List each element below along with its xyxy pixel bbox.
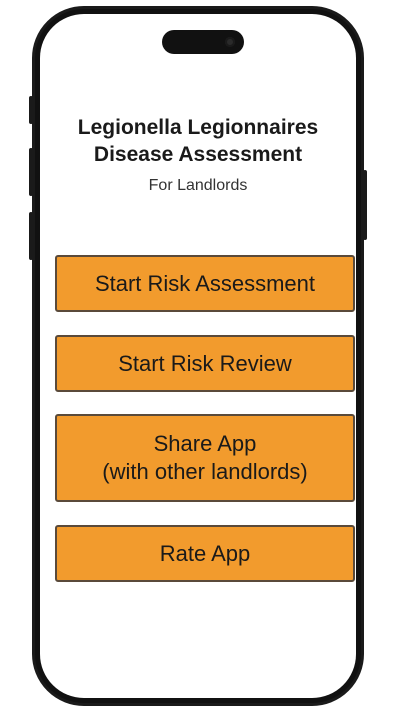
phone-screen: Legionella Legionnaires Disease Assessme… — [40, 14, 356, 698]
start-risk-assessment-button[interactable]: Start Risk Assessment — [55, 255, 355, 312]
page-title: Legionella Legionnaires Disease Assessme… — [40, 114, 356, 168]
dynamic-island — [162, 30, 244, 54]
camera-icon — [225, 37, 235, 47]
start-risk-review-label: Start Risk Review — [118, 350, 292, 376]
share-app-button[interactable]: Share App (with other landlords) — [55, 414, 355, 502]
rate-app-button[interactable]: Rate App — [55, 525, 355, 582]
phone-frame: Legionella Legionnaires Disease Assessme… — [32, 6, 364, 706]
stage: Legionella Legionnaires Disease Assessme… — [0, 0, 400, 711]
page-title-line-1: Legionella Legionnaires — [77, 116, 319, 139]
share-app-label-line-2: (with other landlords) — [102, 459, 308, 484]
rate-app-label: Rate App — [159, 540, 251, 566]
page-title-line-2: Disease Assessment — [93, 143, 303, 166]
page-subtitle: For Landlords — [148, 177, 248, 194]
share-app-label-line-1: Share App — [153, 431, 257, 456]
start-risk-review-button[interactable]: Start Risk Review — [55, 335, 355, 392]
start-risk-assessment-label: Start Risk Assessment — [94, 270, 316, 296]
